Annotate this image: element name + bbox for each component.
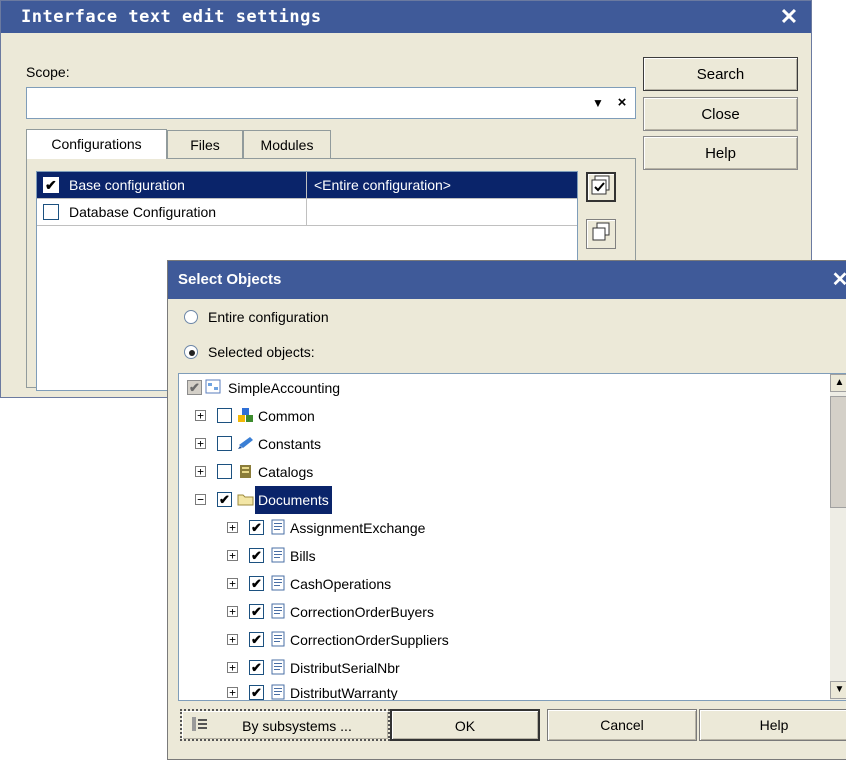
tab-configurations[interactable]: Configurations xyxy=(26,129,167,159)
tree-label: Catalogs xyxy=(258,464,314,480)
expand-icon[interactable]: + xyxy=(195,466,206,477)
ok-button[interactable]: OK xyxy=(390,709,540,741)
tab-modules[interactable]: Modules xyxy=(243,130,331,158)
tree-label: DistributSerialNbr xyxy=(290,660,400,676)
document-icon xyxy=(269,659,287,675)
configuration-checkbox[interactable] xyxy=(43,172,59,198)
dialog-title: Interface text edit settings xyxy=(1,1,811,33)
tree-checkbox[interactable] xyxy=(249,626,264,654)
configuration-name-cell: Base configuration xyxy=(37,172,307,199)
tree-label: DistributWarranty xyxy=(290,685,398,701)
scroll-thumb[interactable] xyxy=(830,396,846,508)
documents-folder-icon xyxy=(237,491,255,507)
expand-icon[interactable]: + xyxy=(227,687,238,698)
tree-checkbox[interactable] xyxy=(249,542,264,570)
scope-input[interactable] xyxy=(27,88,587,118)
collapse-icon[interactable]: − xyxy=(195,494,206,505)
tree-label: Constants xyxy=(258,436,322,452)
radio-selected-objects[interactable]: Selected objects: xyxy=(182,340,315,364)
common-icon xyxy=(237,407,255,423)
scroll-down-icon[interactable]: ▼ xyxy=(830,681,846,699)
tree-checkbox[interactable] xyxy=(217,486,232,514)
configuration-row-base[interactable]: Base configuration <Entire configuration… xyxy=(37,172,577,199)
tree-checkbox[interactable] xyxy=(249,654,264,682)
tree-label: AssignmentExchange xyxy=(290,520,426,536)
tree-label: Documents xyxy=(255,486,332,514)
expand-icon[interactable]: + xyxy=(195,410,206,421)
tree-label: SimpleAccounting xyxy=(228,380,341,396)
help-button[interactable]: Help xyxy=(643,136,798,170)
constants-icon xyxy=(237,435,255,451)
tree-label: CorrectionOrderSuppliers xyxy=(290,632,449,648)
expand-icon[interactable]: + xyxy=(227,634,238,645)
radio-button[interactable] xyxy=(184,345,198,359)
catalogs-icon xyxy=(237,463,255,479)
close-button[interactable]: Close xyxy=(643,97,798,131)
expand-icon[interactable]: + xyxy=(227,606,238,617)
document-icon xyxy=(269,519,287,535)
document-icon xyxy=(269,547,287,563)
tree-label: Common xyxy=(258,408,315,424)
subsystems-icon xyxy=(190,716,210,734)
scope-field: ▼ × xyxy=(26,87,636,119)
document-icon xyxy=(269,684,287,700)
configuration-name: Base configuration xyxy=(69,177,185,193)
configuration-scope-cell xyxy=(308,199,577,226)
tree-checkbox[interactable] xyxy=(217,436,232,451)
configuration-row-database[interactable]: Database Configuration xyxy=(37,199,577,226)
uncheck-all-button[interactable] xyxy=(586,219,616,249)
configuration-checkbox[interactable] xyxy=(43,204,59,220)
document-icon xyxy=(269,631,287,647)
configuration-name: Database Configuration xyxy=(69,204,217,220)
tree-checkbox[interactable] xyxy=(249,514,264,542)
button-label: By subsystems ... xyxy=(242,718,352,734)
radio-label: Selected objects: xyxy=(208,344,315,360)
radio-button[interactable] xyxy=(184,310,198,324)
expand-icon[interactable]: + xyxy=(227,522,238,533)
expand-icon[interactable]: + xyxy=(227,662,238,673)
configuration-icon xyxy=(205,379,223,395)
document-icon xyxy=(269,575,287,591)
by-subsystems-button[interactable]: By subsystems ... xyxy=(180,709,390,741)
tree-label: CorrectionOrderBuyers xyxy=(290,604,434,620)
configuration-scope-cell: <Entire configuration> xyxy=(314,177,451,193)
tree-label: CashOperations xyxy=(290,576,392,592)
dropdown-arrow-icon[interactable]: ▼ xyxy=(587,92,609,114)
check-all-button[interactable] xyxy=(586,172,616,202)
expand-icon[interactable]: + xyxy=(227,578,238,589)
tree-label: Bills xyxy=(290,548,316,564)
radio-label: Entire configuration xyxy=(208,309,329,325)
help-button[interactable]: Help xyxy=(699,709,846,741)
close-icon[interactable]: ✕ xyxy=(777,1,801,33)
radio-entire-configuration[interactable]: Entire configuration xyxy=(182,305,329,329)
dialog-title: Select Objects xyxy=(168,261,846,299)
document-icon xyxy=(269,603,287,619)
tree-checkbox[interactable] xyxy=(217,464,232,479)
scope-label: Scope: xyxy=(26,64,70,80)
tab-files[interactable]: Files xyxy=(167,130,243,158)
check-all-icon xyxy=(591,175,610,195)
cancel-button[interactable]: Cancel xyxy=(547,709,697,741)
tree-checkbox[interactable] xyxy=(187,374,202,402)
tree-checkbox[interactable] xyxy=(249,679,264,700)
uncheck-all-icon xyxy=(592,222,610,241)
clear-icon[interactable]: × xyxy=(611,92,633,114)
objects-tree: SimpleAccounting + Common + Constants + xyxy=(178,373,846,701)
select-objects-dialog: Select Objects ✕ Entire configuration Se… xyxy=(167,260,846,760)
vertical-scrollbar[interactable]: ▲ ▼ xyxy=(830,374,846,700)
expand-icon[interactable]: + xyxy=(227,550,238,561)
configuration-name-cell: Database Configuration xyxy=(37,199,307,226)
search-button[interactable]: Search xyxy=(643,57,798,91)
tree-checkbox[interactable] xyxy=(249,598,264,626)
scroll-up-icon[interactable]: ▲ xyxy=(830,374,846,392)
tree-checkbox[interactable] xyxy=(217,408,232,423)
close-icon[interactable]: ✕ xyxy=(827,261,846,299)
expand-icon[interactable]: + xyxy=(195,438,206,449)
tree-checkbox[interactable] xyxy=(249,570,264,598)
